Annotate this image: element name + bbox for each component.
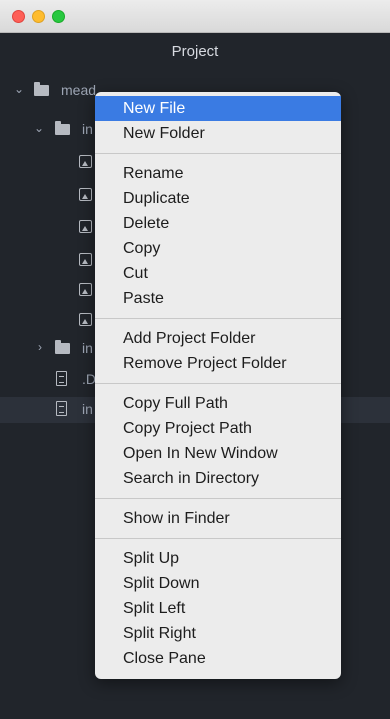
image-file-icon bbox=[79, 220, 92, 233]
tree-label: .D bbox=[82, 371, 96, 387]
file-icon bbox=[56, 401, 67, 416]
menu-item-open-in-new-window[interactable]: Open In New Window bbox=[95, 441, 341, 466]
image-file-icon bbox=[79, 253, 92, 266]
image-file-icon bbox=[79, 283, 92, 296]
chevron-right-icon[interactable]: › bbox=[38, 340, 42, 354]
menu-item-show-in-finder[interactable]: Show in Finder bbox=[95, 506, 341, 531]
menu-item-close-pane[interactable]: Close Pane bbox=[95, 646, 341, 671]
menu-item-split-up[interactable]: Split Up bbox=[95, 546, 341, 571]
chevron-down-icon[interactable]: ⌄ bbox=[14, 82, 24, 96]
menu-separator bbox=[95, 498, 341, 499]
menu-separator bbox=[95, 318, 341, 319]
menu-separator bbox=[95, 383, 341, 384]
folder-icon bbox=[34, 82, 49, 96]
context-menu: New File New Folder Rename Duplicate Delete C… bbox=[95, 92, 341, 679]
file-icon bbox=[56, 371, 67, 386]
tree-label: in bbox=[82, 401, 93, 417]
tree-label: mead bbox=[61, 82, 97, 98]
chevron-down-icon[interactable]: ⌄ bbox=[34, 121, 44, 135]
menu-item-copy-project-path[interactable]: Copy Project Path bbox=[95, 416, 341, 441]
menu-item-new-file[interactable]: New File bbox=[95, 96, 341, 121]
folder-icon bbox=[55, 121, 70, 135]
menu-separator bbox=[95, 153, 341, 154]
menu-item-delete[interactable]: Delete bbox=[95, 211, 341, 236]
menu-item-paste[interactable]: Paste bbox=[95, 286, 341, 311]
menu-separator bbox=[95, 538, 341, 539]
menu-item-split-right[interactable]: Split Right bbox=[95, 621, 341, 646]
menu-item-search-in-directory[interactable]: Search in Directory bbox=[95, 466, 341, 491]
tree-label: in bbox=[82, 121, 93, 137]
menu-item-copy[interactable]: Copy bbox=[95, 236, 341, 261]
image-file-icon bbox=[79, 313, 92, 326]
menu-item-add-project-folder[interactable]: Add Project Folder bbox=[95, 326, 341, 351]
minimize-window-button[interactable] bbox=[32, 10, 45, 23]
menu-item-split-left[interactable]: Split Left bbox=[95, 596, 341, 621]
panel-title: Project bbox=[171, 43, 219, 60]
folder-icon bbox=[55, 340, 70, 354]
menu-item-new-folder[interactable]: New Folder bbox=[95, 121, 341, 146]
close-window-button[interactable] bbox=[12, 10, 25, 23]
title-bar bbox=[0, 0, 390, 33]
menu-item-split-down[interactable]: Split Down bbox=[95, 571, 341, 596]
menu-item-remove-project-folder[interactable]: Remove Project Folder bbox=[95, 351, 341, 376]
menu-item-rename[interactable]: Rename bbox=[95, 161, 341, 186]
menu-item-cut[interactable]: Cut bbox=[95, 261, 341, 286]
menu-item-copy-full-path[interactable]: Copy Full Path bbox=[95, 391, 341, 416]
zoom-window-button[interactable] bbox=[52, 10, 65, 23]
menu-item-duplicate[interactable]: Duplicate bbox=[95, 186, 341, 211]
tree-label: in bbox=[82, 340, 93, 356]
image-file-icon bbox=[79, 188, 92, 201]
image-file-icon bbox=[79, 155, 92, 168]
